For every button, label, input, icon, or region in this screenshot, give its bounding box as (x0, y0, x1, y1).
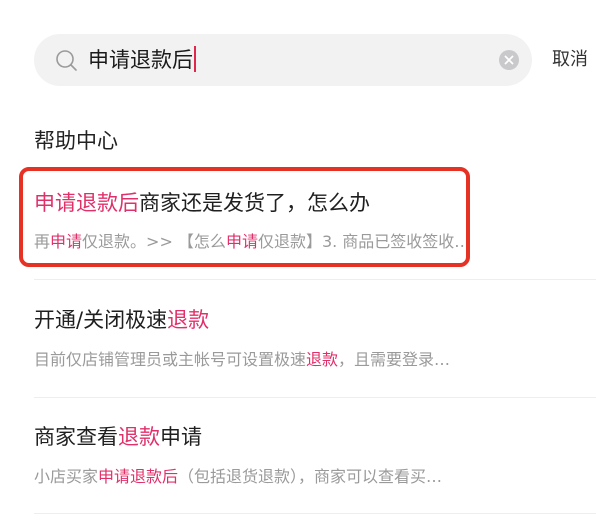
divider (34, 397, 596, 398)
result-title-text: 开通/关闭极速 (34, 308, 168, 332)
result-title-text: 申请 (160, 425, 202, 449)
section-title: 帮助中心 (34, 129, 118, 153)
divider (34, 279, 596, 280)
snippet-highlight: 申请退款后 (98, 467, 179, 486)
snippet-text: ，且需要登录… (338, 350, 451, 369)
result-snippet: 小店买家申请退款后（包括退货退款），商家可以查看买… (34, 465, 574, 489)
snippet-text: 小店买家 (34, 467, 99, 486)
result-title-text: 商家查看 (34, 425, 118, 449)
result-title: 商家查看退款申请 (34, 422, 202, 452)
result-title-highlight: 退款 (118, 425, 160, 449)
result-snippet: 目前仅店铺管理员或主帐号可设置极速退款，且需要登录… (34, 348, 574, 372)
search-result-3[interactable]: 商家查看退款申请 小店买家申请退款后（包括退货退款），商家可以查看买… (0, 0, 596, 486)
divider (34, 513, 596, 514)
result-title: 开通/关闭极速退款 (34, 305, 209, 335)
annotation-highlight-box (19, 167, 470, 267)
snippet-text: （包括退货退款），商家可以查看买… (178, 467, 443, 486)
snippet-highlight: 退款 (306, 350, 339, 369)
snippet-text: 目前仅店铺管理员或主帐号可设置极速 (34, 350, 307, 369)
result-title-highlight: 退款 (167, 308, 210, 332)
